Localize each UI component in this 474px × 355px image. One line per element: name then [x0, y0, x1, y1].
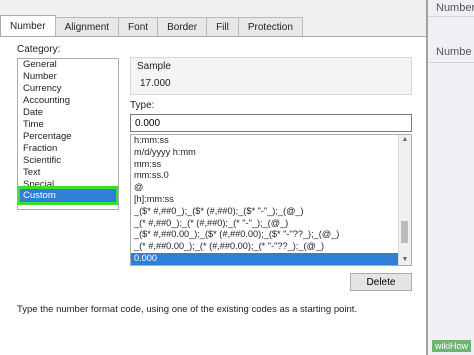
- category-item-selected[interactable]: Custom: [18, 186, 118, 205]
- background-rule: [428, 16, 474, 17]
- scroll-down-icon[interactable]: ▼: [399, 255, 411, 265]
- format-item[interactable]: mm:ss: [131, 159, 399, 171]
- tab-fill[interactable]: Fill: [206, 17, 239, 36]
- background-rule: [428, 62, 474, 63]
- sample-group: Sample 17.000: [130, 57, 412, 95]
- format-item[interactable]: _(* #,##0_);_(* (#,##0);_(* "-"_);_(@_): [131, 218, 399, 230]
- delete-button[interactable]: Delete: [350, 273, 412, 291]
- format-hint-text: Type the number format code, using one o…: [17, 304, 358, 315]
- sample-value: 17.000: [140, 78, 171, 89]
- type-label: Type:: [130, 100, 155, 111]
- format-item[interactable]: m/d/yyyy h:mm: [131, 147, 399, 159]
- format-item-selected[interactable]: 0.000: [131, 252, 399, 265]
- category-item[interactable]: Date: [18, 107, 118, 119]
- format-item[interactable]: _($* #,##0.00_);_($* (#,##0.00);_($* "-"…: [131, 229, 399, 241]
- scrollbar-thumb[interactable]: [401, 221, 408, 243]
- tab-alignment[interactable]: Alignment: [54, 17, 120, 36]
- category-item[interactable]: Text: [18, 167, 118, 179]
- category-label: Category:: [17, 44, 61, 55]
- format-item[interactable]: _(* #,##0.00_);_(* (#,##0.00);_(* "-"??_…: [131, 241, 399, 253]
- category-item[interactable]: Currency: [18, 83, 118, 95]
- category-item[interactable]: Time: [18, 119, 118, 131]
- category-item[interactable]: General: [18, 59, 118, 71]
- format-code-list[interactable]: h:mm:ss m/d/yyyy h:mm mm:ss mm:ss.0 @ [h…: [130, 134, 412, 266]
- category-item[interactable]: Number: [18, 71, 118, 83]
- type-input[interactable]: [130, 114, 412, 132]
- format-cells-dialog: Number Alignment Font Border Fill Protec…: [0, 0, 428, 355]
- background-sheet: Number Numbe: [428, 0, 474, 355]
- scroll-up-icon[interactable]: ▲: [399, 135, 411, 145]
- tab-number[interactable]: Number: [0, 15, 56, 36]
- category-list[interactable]: General Number Currency Accounting Date …: [17, 58, 119, 210]
- format-item[interactable]: @: [131, 182, 399, 194]
- tab-font[interactable]: Font: [118, 17, 159, 36]
- format-item[interactable]: _($* #,##0_);_($* (#,##0);_($* "-"_);_(@…: [131, 206, 399, 218]
- category-item[interactable]: Fraction: [18, 143, 118, 155]
- format-item[interactable]: [h]:mm:ss: [131, 194, 399, 206]
- format-item[interactable]: h:mm:ss: [131, 135, 399, 147]
- category-item[interactable]: Percentage: [18, 131, 118, 143]
- category-item[interactable]: Accounting: [18, 95, 118, 107]
- category-item[interactable]: Special: [18, 179, 118, 186]
- format-item[interactable]: mm:ss.0: [131, 170, 399, 182]
- background-header: Number: [436, 2, 474, 14]
- wikihow-watermark: wikiHow: [431, 340, 471, 352]
- tab-protection[interactable]: Protection: [237, 17, 303, 36]
- tab-strip: Number Alignment Font Border Fill Protec…: [0, 15, 303, 36]
- category-item[interactable]: Scientific: [18, 155, 118, 167]
- background-label: Numbe: [436, 46, 472, 58]
- tab-border[interactable]: Border: [157, 17, 208, 36]
- format-list-scrollbar[interactable]: ▲ ▼: [398, 135, 411, 265]
- sample-legend: Sample: [137, 61, 171, 72]
